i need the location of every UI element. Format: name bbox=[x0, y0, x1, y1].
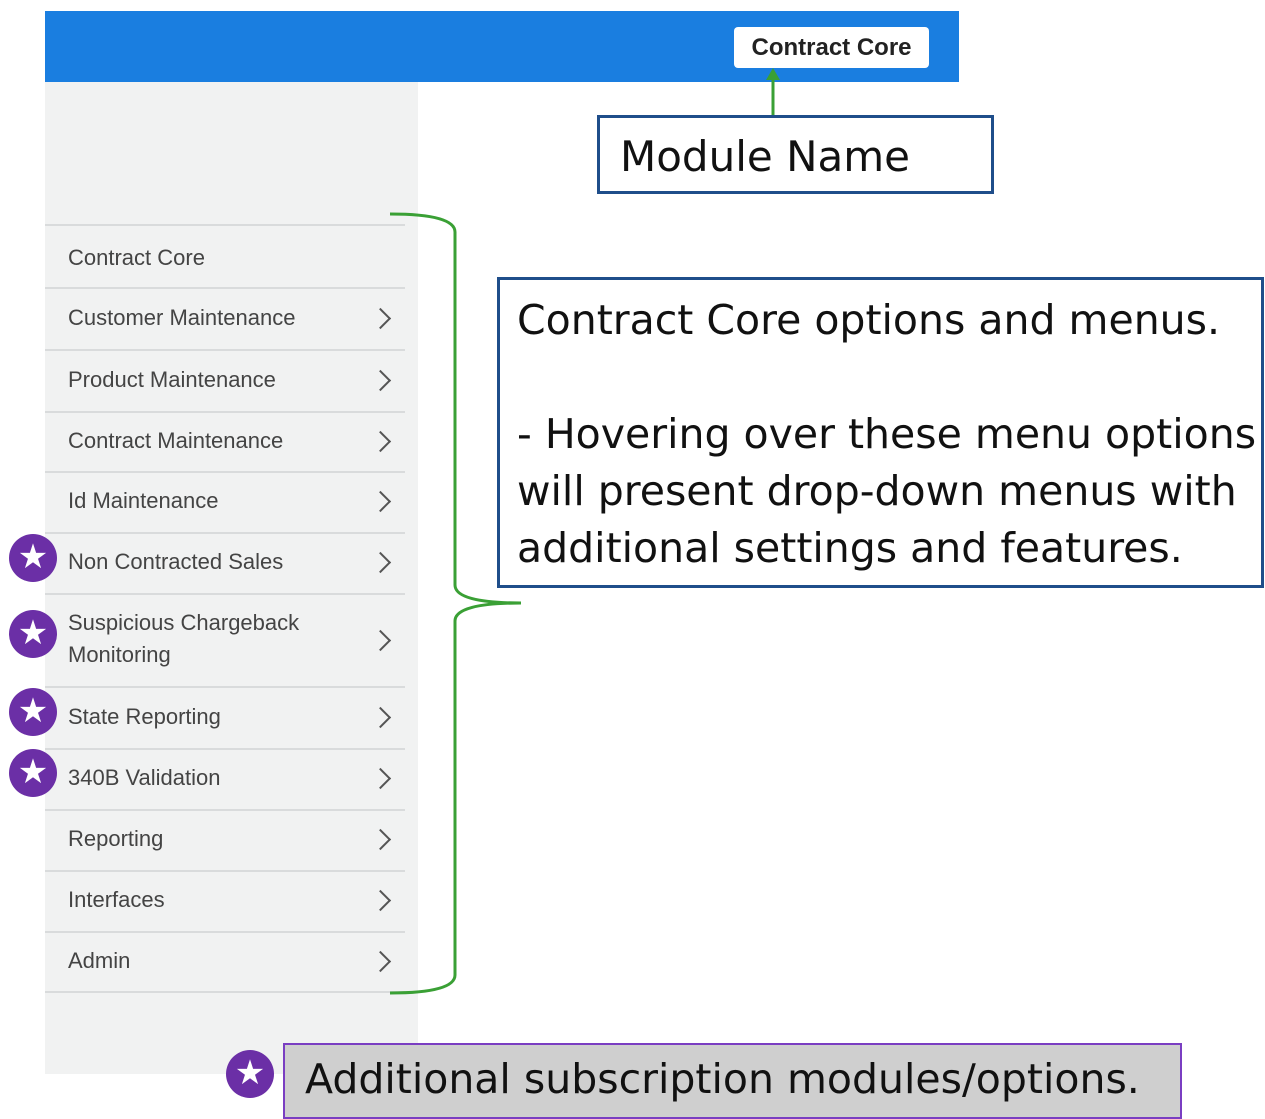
sidebar-divider bbox=[45, 991, 405, 993]
sidebar-item-label: Reporting bbox=[68, 826, 164, 851]
menus-callout-title: Contract Core options and menus. bbox=[517, 296, 1221, 344]
chevron-right-icon bbox=[369, 490, 392, 513]
sidebar-item-reporting[interactable]: Reporting bbox=[45, 809, 405, 870]
sidebar-item-id-maintenance[interactable]: Id Maintenance bbox=[45, 471, 405, 532]
sidebar-item-label: Admin bbox=[68, 948, 131, 973]
star-icon: ★ bbox=[9, 534, 57, 582]
chevron-right-icon bbox=[369, 706, 392, 729]
module-name-label: Module Name bbox=[620, 132, 910, 181]
menus-callout-detail: - Hovering over these menu options will … bbox=[517, 410, 1257, 572]
sidebar-item-customer-maintenance[interactable]: Customer Maintenance bbox=[45, 287, 405, 349]
module-name-callout: Module Name bbox=[597, 115, 994, 194]
chevron-right-icon bbox=[369, 889, 392, 912]
star-icon: ★ bbox=[9, 749, 57, 797]
sidebar-item-340b-validation[interactable]: 340B Validation bbox=[45, 748, 405, 809]
sidebar-item-suspicious-chargeback-monitoring[interactable]: Suspicious Chargeback Monitoring bbox=[45, 593, 405, 687]
star-icon: ★ bbox=[9, 688, 57, 736]
chevron-right-icon bbox=[369, 828, 392, 851]
sidebar-item-admin[interactable]: Admin bbox=[45, 931, 405, 992]
legend-box: Additional subscription modules/options. bbox=[283, 1043, 1182, 1119]
star-icon: ★ bbox=[226, 1050, 274, 1098]
star-icon: ★ bbox=[9, 610, 57, 658]
chevron-right-icon bbox=[369, 551, 392, 574]
sidebar-item-label: Contract Core bbox=[68, 245, 205, 270]
legend-text: Additional subscription modules/options. bbox=[305, 1055, 1140, 1103]
sidebar-item-label: State Reporting bbox=[68, 704, 221, 729]
module-name-chip[interactable]: Contract Core bbox=[734, 27, 929, 68]
sidebar-item-label: Contract Maintenance bbox=[68, 428, 284, 453]
menus-callout: Contract Core options and menus. - Hover… bbox=[497, 277, 1264, 588]
sidebar-item-label: Non Contracted Sales bbox=[68, 549, 284, 574]
sidebar-item-product-maintenance[interactable]: Product Maintenance bbox=[45, 349, 405, 411]
chevron-right-icon bbox=[369, 629, 392, 652]
sidebar-item-interfaces[interactable]: Interfaces bbox=[45, 870, 405, 931]
sidebar-item-state-reporting[interactable]: State Reporting bbox=[45, 686, 405, 748]
sidebar-item-label: Id Maintenance bbox=[68, 488, 219, 513]
sidebar-item-label: Interfaces bbox=[68, 887, 165, 912]
chevron-right-icon bbox=[369, 767, 392, 790]
chevron-right-icon bbox=[369, 307, 392, 330]
chevron-right-icon bbox=[369, 369, 392, 392]
chevron-right-icon bbox=[369, 430, 392, 453]
sidebar-item-label: 340B Validation bbox=[68, 765, 221, 790]
sidebar-item-contract-maintenance[interactable]: Contract Maintenance bbox=[45, 411, 405, 471]
sidebar-item-non-contracted-sales[interactable]: Non Contracted Sales bbox=[45, 532, 405, 593]
sidebar-item-contract-core[interactable]: Contract Core bbox=[45, 224, 405, 289]
sidebar-item-label: Product Maintenance bbox=[68, 367, 276, 392]
sidebar-item-label: Customer Maintenance bbox=[68, 305, 296, 330]
chevron-right-icon bbox=[369, 950, 392, 973]
sidebar-item-label: Suspicious Chargeback Monitoring bbox=[68, 610, 300, 667]
